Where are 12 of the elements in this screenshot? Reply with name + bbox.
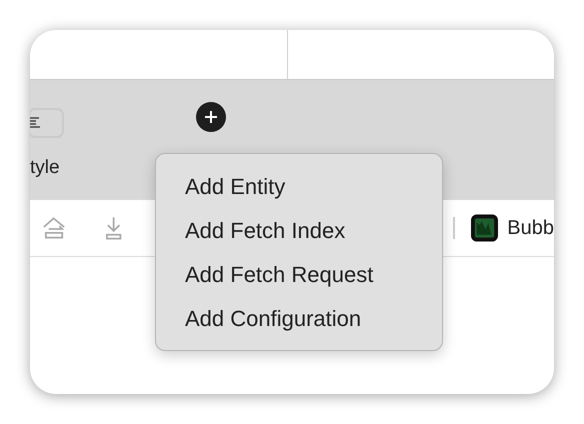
menu-item[interactable]: Add Entity [156,170,442,204]
plus-icon [204,110,218,124]
menu-item[interactable]: Add Configuration [156,302,442,336]
style-label: tyle [30,158,61,177]
list-icon [30,117,41,129]
file-name: Bubb [507,216,554,241]
download-icon [104,215,124,241]
add-button[interactable] [196,102,226,132]
list-style-button[interactable] [30,108,64,138]
menu-item[interactable]: Add Fetch Request [156,258,442,292]
menu-item[interactable]: Add Fetch Index [156,214,442,248]
app-icon [471,214,498,242]
